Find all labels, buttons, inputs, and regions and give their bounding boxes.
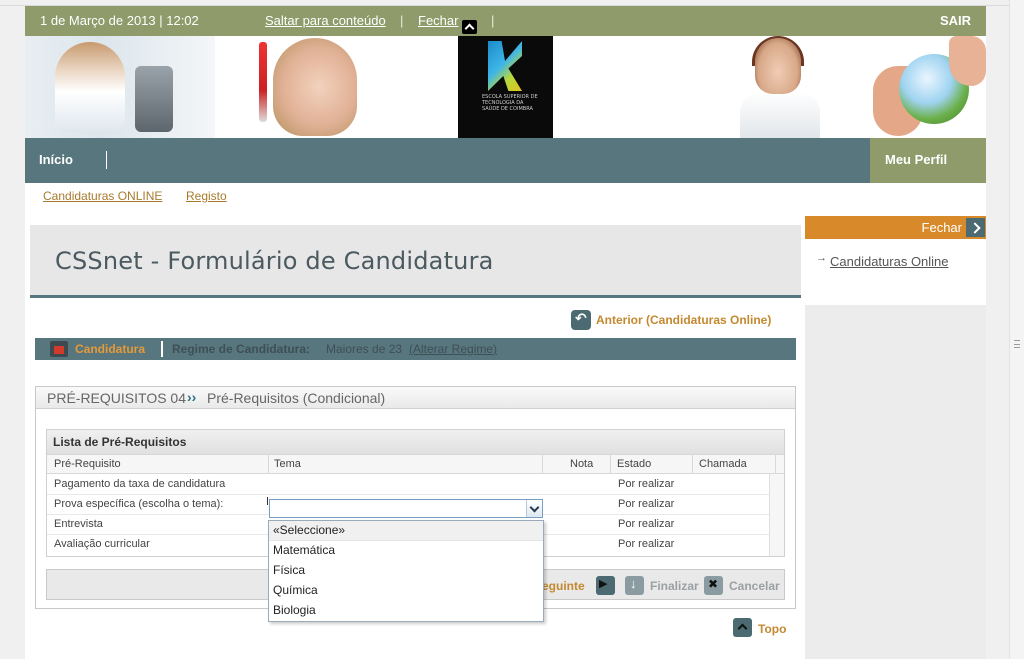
subnav-registo[interactable]: Registo (186, 189, 227, 203)
column-header-chamada: Chamada (699, 458, 747, 470)
sidebar-link-candidaturas-online[interactable]: Candidaturas Online (830, 252, 950, 271)
cell-prereq: Pagamento da taxa de candidatura (54, 478, 226, 490)
close-icon (704, 576, 723, 595)
table-header: Pré-Requisito Tema Nota Estado Chamada (47, 454, 784, 474)
column-divider (775, 454, 776, 474)
school-logo: ESCOLA SUPERIOR DE TECNOLOGIA DA SAÚDE D… (458, 36, 553, 138)
step-title: Pré-Requisitos (Condicional) (207, 390, 386, 406)
text-cursor (267, 497, 268, 505)
dropdown-option[interactable]: Física (269, 561, 543, 581)
table-side-column (769, 474, 784, 556)
nav-my-profile[interactable]: Meu Perfil (870, 138, 986, 183)
step-label: PRÉ-REQUISITOS 04 (47, 390, 187, 406)
logo-text: ESCOLA SUPERIOR DE TECNOLOGIA DA SAÚDE D… (482, 94, 538, 112)
cell-prereq: Prova específica (escolha o tema): (54, 498, 224, 510)
cell-prereq: Entrevista (54, 518, 103, 530)
table-title: Lista de Pré-Requisitos (47, 430, 784, 454)
sidebar-close-label: Fechar (921, 220, 962, 235)
separator: | (400, 13, 404, 28)
separator: | (491, 13, 495, 28)
column-header-tema: Tema (274, 458, 301, 470)
datetime: 1 de Março de 2013 | 12:02 (40, 13, 199, 28)
sidebar: Fechar → Candidaturas Online (805, 216, 986, 659)
cell-estado: Por realizar (618, 518, 675, 530)
arrow-right-icon: → (816, 252, 827, 264)
column-divider (692, 454, 693, 474)
subnav-candidaturas-online[interactable]: Candidaturas ONLINE (43, 189, 162, 203)
next-step-icon (596, 576, 615, 595)
dropdown-option[interactable]: «Seleccione» (269, 521, 543, 541)
back-to-top-label: Topo (758, 622, 787, 636)
dropdown-option[interactable]: Biologia (269, 601, 543, 621)
top-bar: 1 de Março de 2013 | 12:02 Saltar para c… (25, 6, 986, 36)
close-top-link[interactable]: Fechar (418, 13, 478, 34)
document-icon (50, 341, 68, 357)
header-banner: ESCOLA SUPERIOR DE TECNOLOGIA DA SAÚDE D… (25, 36, 986, 138)
close-top-label: Fechar (418, 13, 459, 28)
column-header-nota: Nota (570, 458, 594, 470)
column-header-prereq: Pré-Requisito (54, 458, 121, 470)
banner-photo-woman (255, 36, 365, 138)
double-chevron-icon: ›› (187, 389, 197, 405)
page-title-box: CSSnet - Formulário de Candidatura (30, 225, 801, 298)
sidebar-body: → Candidaturas Online (805, 239, 986, 305)
sidebar-close-button[interactable]: Fechar (805, 216, 986, 239)
column-divider (610, 454, 611, 474)
regime-label: Regime de Candidatura: (172, 342, 311, 356)
column-divider (542, 454, 543, 474)
cell-estado: Por realizar (618, 538, 675, 550)
tema-select[interactable] (269, 499, 543, 518)
dropdown-option[interactable]: Química (269, 581, 543, 601)
cell-estado: Por realizar (618, 478, 675, 490)
column-divider (268, 454, 269, 474)
regime-bar: Candidatura Regime de Candidatura: Maior… (35, 338, 796, 360)
regime-value: Maiores de 23 (326, 342, 403, 356)
candidatura-label: Candidatura (75, 342, 146, 356)
tema-dropdown-list: «Seleccione» Matemática Física Química B… (268, 520, 544, 622)
regime-divider (161, 341, 163, 357)
scrollbar-grip[interactable] (1014, 340, 1020, 348)
skip-to-content-link[interactable]: Saltar para conteúdo (265, 13, 386, 28)
chevron-up-icon (733, 618, 752, 637)
banner-photo-nurse (730, 36, 830, 138)
next-label: eguinte (542, 579, 585, 593)
back-label: Anterior (Candidaturas Online) (596, 313, 772, 327)
cell-prereq: Avaliação curricular (54, 538, 150, 550)
main-nav: Início Meu Perfil (25, 138, 986, 183)
nav-home[interactable]: Início (39, 152, 73, 167)
table-row: Pagamento da taxa de candidatura Por rea… (47, 475, 769, 495)
download-icon (625, 576, 644, 595)
cell-estado: Por realizar (618, 498, 675, 510)
banner-photo-globe (871, 36, 986, 138)
undo-arrow-icon (571, 310, 591, 330)
scrollbar[interactable] (1009, 0, 1024, 659)
page-title: CSSnet - Formulário de Candidatura (55, 247, 494, 275)
finish-label: Finalizar (650, 579, 699, 593)
column-header-estado: Estado (617, 458, 652, 470)
dropdown-option[interactable]: Matemática (269, 541, 543, 561)
panel-header: PRÉ-REQUISITOS 04 ›› Pré-Requisitos (Con… (36, 387, 795, 409)
chevron-up-icon (462, 20, 478, 34)
cancel-label: Cancelar (729, 579, 780, 593)
nav-divider (106, 151, 107, 169)
logout-link[interactable]: SAIR (940, 13, 971, 28)
change-regime-link[interactable]: (Alterar Regime) (409, 342, 497, 356)
chevron-right-icon (966, 218, 985, 237)
chevron-down-icon[interactable] (526, 500, 542, 517)
banner-photo-lab (25, 36, 215, 138)
